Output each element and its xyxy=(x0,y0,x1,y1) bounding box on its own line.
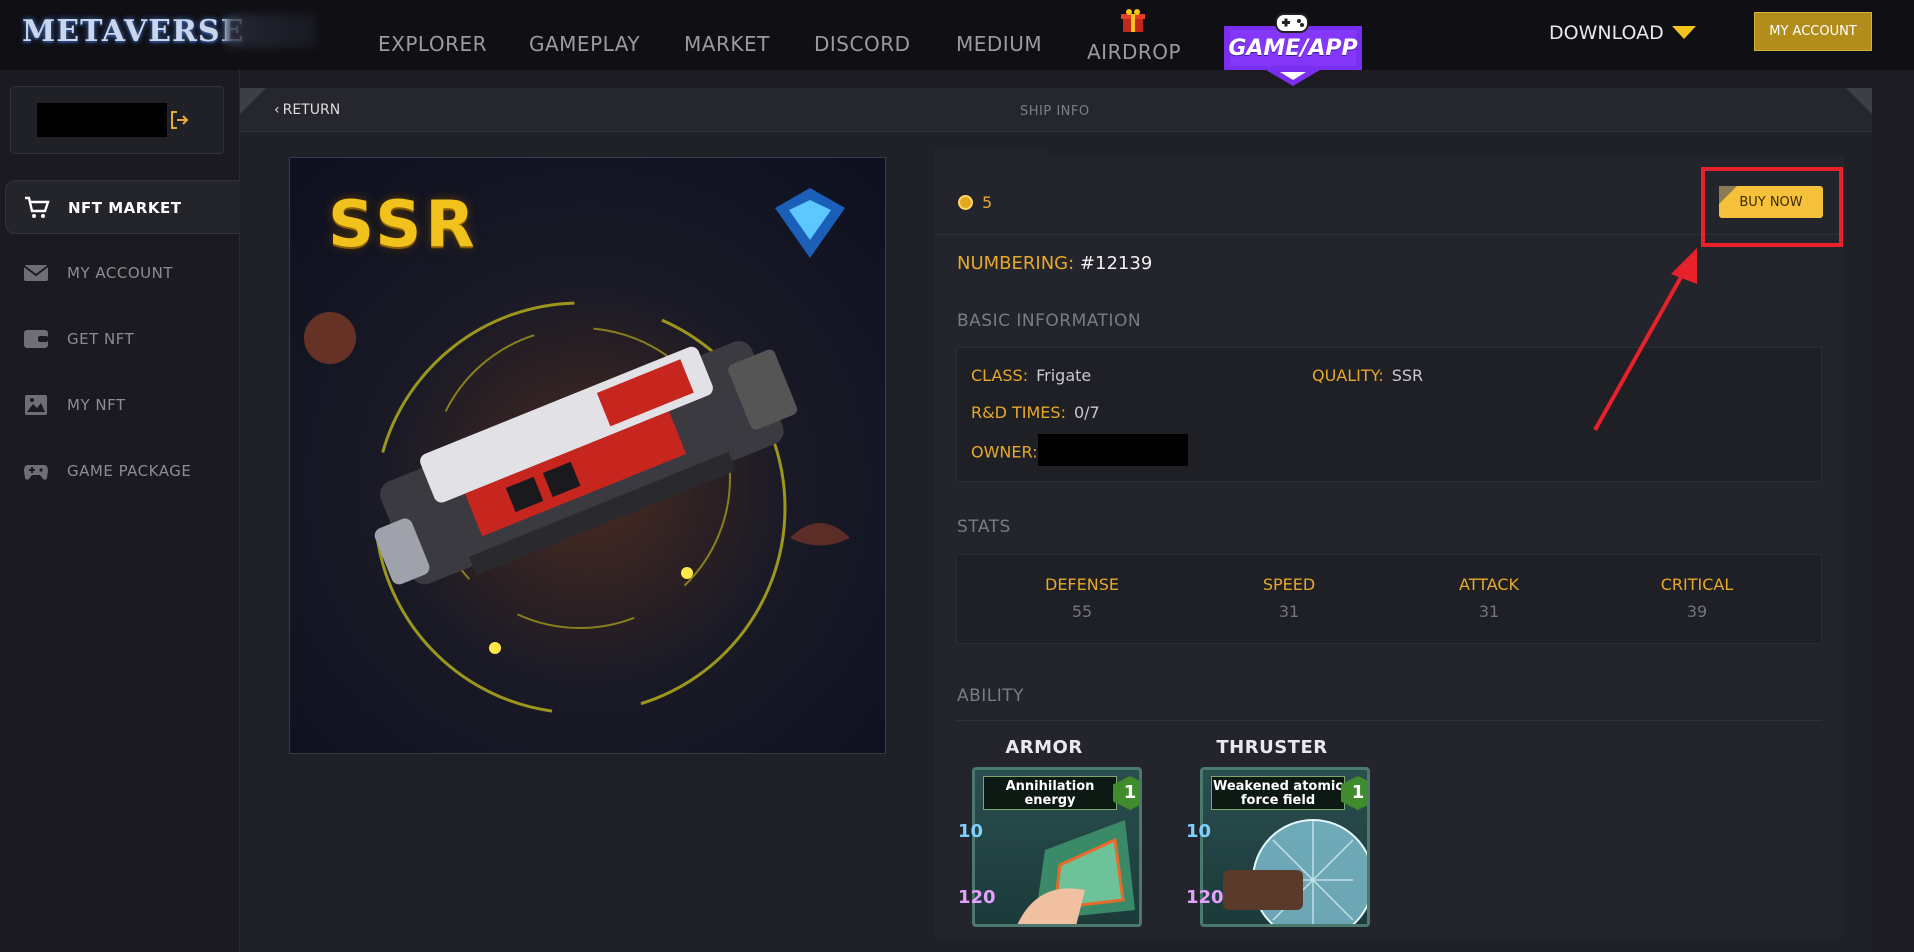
nav-market[interactable]: MARKET xyxy=(684,32,770,56)
stat-value: 39 xyxy=(1686,602,1708,621)
blurred-logo-decoration xyxy=(226,14,316,48)
sidebar-item-my-account[interactable]: MY ACCOUNT xyxy=(5,246,240,300)
chevron-down-icon[interactable] xyxy=(1672,26,1696,39)
stat-value: 31 xyxy=(1278,602,1300,621)
top-navigation-bar: METAVERSE EXPLORER GAMEPLAY MARKET DISCO… xyxy=(0,0,1914,86)
ability-card-armor[interactable]: ARMOR Annihilation energy 1 10 120 xyxy=(948,737,1142,927)
class-row: CLASS: Frigate xyxy=(971,366,1091,385)
user-card xyxy=(10,86,224,154)
my-account-button[interactable]: MY ACCOUNT xyxy=(1754,12,1872,51)
image-icon xyxy=(25,395,47,415)
quality-value: SSR xyxy=(1391,366,1424,385)
card-stat-defense: 120 xyxy=(1186,887,1224,908)
card-stat-attack: 10 xyxy=(958,821,984,842)
download-link[interactable]: DOWNLOAD xyxy=(1549,22,1664,44)
chevron-left-icon: ‹ xyxy=(274,102,280,118)
nav-medium[interactable]: MEDIUM xyxy=(956,32,1042,56)
ability-card-art: Annihilation energy 1 xyxy=(972,767,1142,927)
wallet-icon xyxy=(24,330,48,348)
rarity-badge: SSR xyxy=(328,188,479,262)
card-level: 1 xyxy=(1351,782,1365,803)
quality-label: QUALITY: xyxy=(1312,366,1384,385)
rd-times-label: R&D TIMES: xyxy=(971,403,1066,422)
sidebar: NFT MARKET MY ACCOUNT GET NFT MY NFT GAM… xyxy=(0,70,240,952)
class-value: Frigate xyxy=(1036,366,1092,385)
stat-label: CRITICAL xyxy=(1660,575,1734,594)
stat-speed: SPEED 31 xyxy=(1219,575,1359,621)
stat-critical: CRITICAL 39 xyxy=(1627,575,1767,621)
red-arrow-annotation xyxy=(1593,248,1697,431)
card-title: Weakened atomic force field xyxy=(1211,776,1345,810)
ability-card-art: Weakened atomic force field 1 xyxy=(1200,767,1370,927)
ability-name: ARMOR xyxy=(1005,737,1083,758)
sidebar-item-label: GET NFT xyxy=(67,330,135,348)
buy-now-highlight-box xyxy=(1701,167,1843,247)
sidebar-item-get-nft[interactable]: GET NFT xyxy=(5,312,240,366)
gamepad-icon xyxy=(1275,13,1309,33)
card-level: 1 xyxy=(1123,782,1137,803)
mail-icon xyxy=(23,265,49,281)
numbering-value: #12139 xyxy=(1079,253,1153,274)
basic-information-title: BASIC INFORMATION xyxy=(957,311,1142,331)
stats-box: DEFENSE 55 SPEED 31 ATTACK 31 CRITICAL 3… xyxy=(956,554,1822,644)
return-button[interactable]: ‹ RETURN xyxy=(274,102,340,118)
coin-icon xyxy=(958,195,973,210)
sidebar-item-label: GAME PACKAGE xyxy=(67,462,192,480)
game-app-label: GAME/APP xyxy=(1228,36,1358,61)
metaverse-logo[interactable]: METAVERSE xyxy=(22,10,243,52)
ability-title: ABILITY xyxy=(957,686,1025,706)
sidebar-item-game-package[interactable]: GAME PACKAGE xyxy=(5,444,240,498)
rd-times-row: R&D TIMES: 0/7 xyxy=(971,403,1100,422)
card-stat-defense: 120 xyxy=(958,887,996,908)
owner-label: OWNER: xyxy=(971,442,1038,462)
divider xyxy=(956,720,1822,721)
nav-discord[interactable]: DISCORD xyxy=(814,32,911,56)
stat-value: 55 xyxy=(1071,602,1093,621)
stat-label: SPEED xyxy=(1262,575,1316,594)
redacted-username xyxy=(37,103,167,137)
sidebar-item-nft-market[interactable]: NFT MARKET xyxy=(5,180,240,234)
logo-text: METAVERSE xyxy=(22,14,245,49)
sidebar-item-label: MY ACCOUNT xyxy=(67,264,173,282)
logout-icon[interactable] xyxy=(169,109,191,131)
gift-icon xyxy=(1121,9,1145,32)
nav-explorer[interactable]: EXPLORER xyxy=(378,32,487,56)
numbering-row: NUMBERING: #12139 xyxy=(957,253,1152,274)
sidebar-item-my-nft[interactable]: MY NFT xyxy=(5,378,240,432)
ship-image: SSR xyxy=(289,157,886,754)
ability-name: THRUSTER xyxy=(1216,737,1328,758)
ability-card-thruster[interactable]: THRUSTER Weakened atomic force field 1 1… xyxy=(1176,737,1370,927)
stat-defense: DEFENSE 55 xyxy=(1012,575,1152,621)
rd-times-value: 0/7 xyxy=(1073,403,1100,422)
corner-decoration xyxy=(1846,88,1872,114)
class-label: CLASS: xyxy=(971,366,1029,385)
nav-gameplay[interactable]: GAMEPLAY xyxy=(529,32,640,56)
stat-label: DEFENSE xyxy=(1045,575,1119,594)
corner-decoration xyxy=(240,88,266,114)
sidebar-item-label: NFT MARKET xyxy=(68,199,182,217)
tab-notch-decoration xyxy=(934,149,1054,161)
owner-row: OWNER: xyxy=(971,434,1188,466)
stat-attack: ATTACK 31 xyxy=(1419,575,1559,621)
panel-header: ‹ RETURN SHIP INFO xyxy=(240,88,1872,132)
quality-row: QUALITY: SSR xyxy=(1312,366,1423,385)
page-title: SHIP INFO xyxy=(1020,104,1090,119)
nav-airdrop[interactable]: AIRDROP xyxy=(1087,40,1181,64)
game-app-button[interactable]: GAME/APP xyxy=(1224,13,1362,86)
card-stat-attack: 10 xyxy=(1186,821,1212,842)
gamepad-icon xyxy=(24,465,48,480)
numbering-label: NUMBERING: xyxy=(957,253,1075,274)
stat-label: ATTACK xyxy=(1458,575,1520,594)
redacted-owner xyxy=(1037,434,1188,466)
cart-icon xyxy=(25,196,50,218)
card-title: Annihilation energy xyxy=(983,776,1117,810)
return-label: RETURN xyxy=(282,102,341,118)
sidebar-item-label: MY NFT xyxy=(67,396,126,414)
stat-value: 31 xyxy=(1478,602,1500,621)
price-value: 5 xyxy=(982,193,993,212)
stats-title: STATS xyxy=(957,517,1011,537)
